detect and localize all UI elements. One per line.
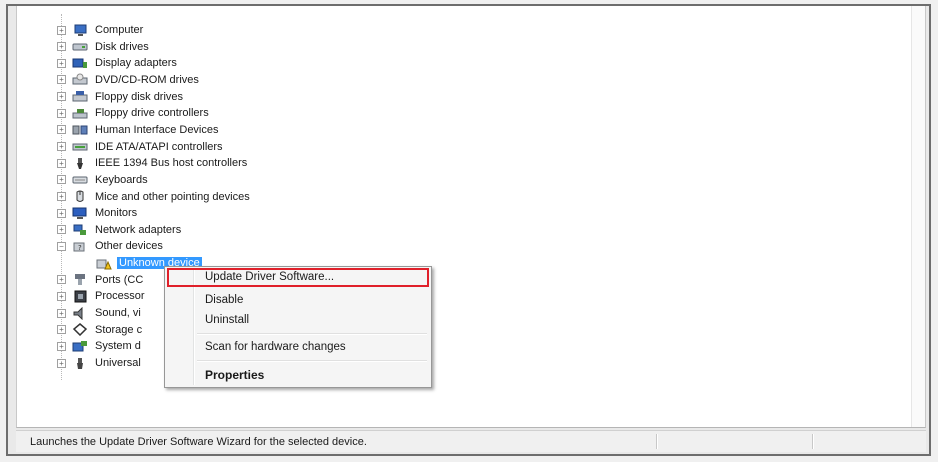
tree-item-label: Universal (95, 357, 141, 369)
tree-item-label: Monitors (95, 207, 138, 220)
tree-item-label: Floppy drive controllers (95, 107, 209, 120)
menu-item-uninstall[interactable]: Uninstall (205, 314, 249, 326)
expand-toggle-icon[interactable]: + (57, 125, 66, 135)
expand-toggle-icon[interactable]: + (57, 358, 66, 368)
computer-icon (72, 24, 88, 37)
device-tree-pane[interactable]: + Computer + Disk drives + Display adapters + D… (16, 6, 926, 428)
tree-item[interactable]: + System d (57, 338, 143, 354)
tree-item[interactable]: + Mice and other pointing devices (57, 189, 252, 205)
tree-item-label: IEEE 1394 Bus host controllers (95, 157, 248, 170)
tree-item-label: Sound, vi (95, 307, 141, 320)
tree-item-label: System d (95, 340, 141, 353)
expand-toggle-icon[interactable]: + (57, 208, 66, 218)
keyboard-icon (72, 173, 88, 186)
tree-item-label: Other devices (95, 240, 163, 253)
tree-item-label: DVD/CD-ROM drives (95, 73, 199, 86)
tree-item[interactable]: + Keyboards (57, 172, 150, 188)
expand-toggle-icon[interactable]: + (57, 325, 66, 335)
tree-item[interactable]: + Human Interface Devices (57, 122, 221, 138)
device-manager-window: + Computer + Disk drives + Display adapters + D… (6, 4, 931, 456)
ide-controller-icon (72, 140, 88, 153)
tree-item-label: Display adapters (95, 57, 177, 70)
expand-toggle-icon[interactable]: + (57, 275, 66, 285)
expand-toggle-icon[interactable]: + (57, 25, 66, 35)
tree-item-label: Computer (95, 24, 144, 36)
ieee1394-icon (72, 157, 88, 170)
tree-item[interactable]: + Network adapters (57, 222, 183, 238)
tree-item[interactable]: + Sound, vi (57, 305, 143, 321)
tree-item[interactable]: + Floppy drive controllers (57, 105, 211, 121)
tree-item-label: Network adapters (95, 223, 182, 236)
expand-toggle-icon[interactable]: + (57, 158, 66, 168)
expand-toggle-icon[interactable]: + (57, 75, 66, 85)
tree-item-label: Storage c (95, 323, 143, 336)
dvd-drive-icon (72, 73, 88, 86)
tree-item-label: Disk drives (95, 40, 149, 53)
menu-item-scan-hardware[interactable]: Scan for hardware changes (205, 341, 346, 353)
other-devices-icon: ? (72, 240, 88, 253)
system-device-icon (72, 340, 88, 353)
expand-toggle-icon[interactable]: + (57, 192, 66, 201)
tree-item[interactable]: + Computer (57, 22, 145, 38)
scrollbar-track[interactable] (911, 6, 925, 427)
tree-item-label: Floppy disk drives (95, 90, 184, 103)
status-separator (812, 434, 814, 449)
expand-toggle-icon[interactable]: + (57, 108, 66, 118)
tree-item[interactable]: + Floppy disk drives (57, 89, 185, 105)
expand-toggle-icon[interactable]: + (57, 92, 66, 102)
tree-item-label: Mice and other pointing devices (95, 190, 250, 203)
expand-toggle-icon[interactable]: + (57, 225, 66, 235)
tree-item[interactable]: + Display adapters (57, 55, 179, 71)
tree-item-label: Human Interface Devices (95, 123, 219, 136)
disk-drive-icon (72, 40, 88, 53)
menu-separator (197, 333, 427, 335)
tree-item[interactable]: + Storage c (57, 322, 144, 338)
expand-toggle-icon[interactable]: + (57, 291, 66, 301)
tree-item[interactable]: + Disk drives (57, 39, 151, 55)
context-menu: Update Driver Software... Disable Uninst… (164, 266, 432, 388)
svg-text:?: ? (78, 244, 82, 252)
status-text: Launches the Update Driver Software Wiza… (30, 435, 367, 448)
network-adapter-icon (72, 223, 88, 236)
monitor-icon (72, 207, 88, 220)
hid-icon (72, 123, 88, 136)
expand-toggle-icon[interactable]: + (57, 341, 66, 351)
ports-icon (72, 273, 88, 286)
tree-item-label: Ports (CC (95, 273, 144, 286)
floppy-controller-icon (72, 107, 88, 120)
tree-item[interactable]: + Monitors (57, 205, 139, 221)
expand-toggle-icon[interactable]: + (57, 142, 66, 152)
tree-item-label: Processor (95, 290, 145, 303)
display-adapter-icon (72, 57, 88, 70)
tree-item-label: Keyboards (95, 173, 148, 186)
usb-icon (72, 357, 88, 370)
tree-item[interactable]: + Universal (57, 355, 143, 371)
tree-item[interactable]: + Processor (57, 288, 147, 304)
menu-item-update-driver[interactable]: Update Driver Software... (205, 271, 334, 283)
collapse-toggle-icon[interactable]: − (57, 241, 66, 251)
menu-item-properties[interactable]: Properties (205, 368, 264, 382)
warning-device-icon (96, 257, 112, 270)
tree-item[interactable]: + IDE ATA/ATAPI controllers (57, 139, 225, 155)
menu-separator (197, 360, 427, 362)
tree-item-label: IDE ATA/ATAPI controllers (95, 140, 223, 153)
expand-toggle-icon[interactable]: + (57, 308, 66, 318)
expand-toggle-icon[interactable]: + (57, 42, 66, 52)
expand-toggle-icon[interactable]: + (57, 58, 66, 68)
status-separator (656, 434, 658, 449)
tree-item[interactable]: + DVD/CD-ROM drives (57, 72, 201, 88)
tree-item[interactable]: + Ports (CC (57, 272, 145, 288)
processor-icon (72, 290, 88, 303)
tree-item[interactable]: −? Other devices (57, 238, 165, 254)
storage-controller-icon (72, 323, 88, 337)
mouse-icon (72, 190, 88, 203)
floppy-disk-icon (72, 90, 88, 103)
tree-item[interactable]: + IEEE 1394 Bus host controllers (57, 155, 249, 171)
sound-icon (72, 306, 88, 320)
menu-item-disable[interactable]: Disable (205, 294, 243, 306)
status-bar: Launches the Update Driver Software Wiza… (16, 430, 926, 452)
expand-toggle-icon[interactable]: + (57, 175, 66, 185)
